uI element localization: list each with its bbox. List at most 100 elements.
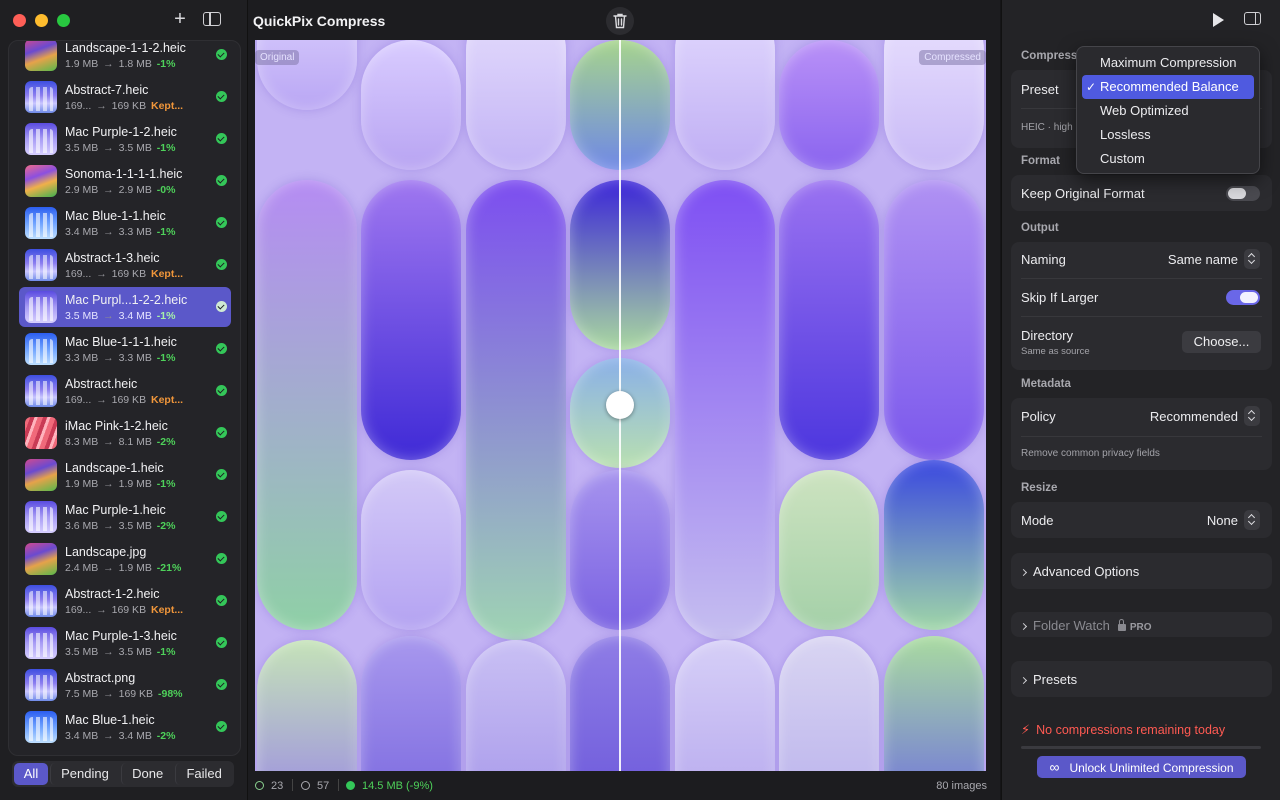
naming-value[interactable]: Same name xyxy=(1168,252,1238,267)
unlock-unlimited-button[interactable]: ∞ Unlock Unlimited Compression xyxy=(1037,756,1246,778)
presets-disclosure[interactable]: Presets xyxy=(1019,672,1077,687)
filter-tab-done[interactable]: Done xyxy=(120,763,173,785)
file-list-item[interactable]: Mac Blue-1-1-1.heic 3.3 MB → 3.3 MB -1% xyxy=(19,329,231,369)
file-name: Abstract.heic xyxy=(65,377,138,391)
arrow-right-icon: → xyxy=(100,436,117,448)
policy-value[interactable]: Recommended xyxy=(1150,409,1238,424)
file-thumbnail xyxy=(25,41,57,71)
file-list-item[interactable]: Landscape-1.heic 1.9 MB → 1.9 MB -1% xyxy=(19,455,231,495)
file-size: 1.9 MB → 1.9 MB -1% xyxy=(65,478,176,490)
preset-option[interactable]: Web Optimized xyxy=(1082,99,1254,123)
window-close-button[interactable] xyxy=(13,14,26,27)
preset-option[interactable]: ✓ Recommended Balance xyxy=(1082,75,1254,99)
file-name: Mac Purple-1.heic xyxy=(65,503,166,517)
presets-card[interactable]: Presets xyxy=(1011,661,1272,697)
sidebar: + Landscape-1-1-2.heic 1.9 MB → 1.8 MB -1… xyxy=(0,0,248,800)
skip-larger-toggle[interactable] xyxy=(1226,290,1260,305)
file-size: 3.4 MB → 3.3 MB -1% xyxy=(65,226,176,238)
add-files-button[interactable]: + xyxy=(169,9,191,31)
preset-label: Preset xyxy=(1021,82,1059,97)
file-list-item[interactable]: Mac Blue-1-1.heic 3.4 MB → 3.3 MB -1% xyxy=(19,203,231,243)
file-name: Mac Purpl...1-2-2.heic xyxy=(65,293,188,307)
directory-label: Directory xyxy=(1021,328,1074,343)
file-list-item[interactable]: iMac Pink-1-2.heic 8.3 MB → 8.1 MB -2% xyxy=(19,413,231,453)
file-list-item[interactable]: Abstract.png 7.5 MB → 169 KB -98% xyxy=(19,665,231,705)
file-size: 8.3 MB → 8.1 MB -2% xyxy=(65,436,176,448)
file-list-item[interactable]: Abstract.heic 169... → 169 KB Kept... xyxy=(19,371,231,411)
file-list-item[interactable]: Abstract-1-3.heic 169... → 169 KB Kept... xyxy=(19,245,231,285)
size-change: Kept... xyxy=(151,100,184,112)
preview-shape xyxy=(361,470,461,630)
choose-directory-button[interactable]: Choose... xyxy=(1182,331,1261,353)
saved-icon xyxy=(346,781,355,790)
preset-option[interactable]: Maximum Compression xyxy=(1082,51,1254,75)
size-change: -21% xyxy=(156,562,182,574)
pro-badge: PRO xyxy=(1129,622,1152,633)
filter-tab-pending[interactable]: Pending xyxy=(50,763,119,785)
done-check-icon xyxy=(216,385,227,396)
preview-shape xyxy=(466,640,566,771)
trash-button[interactable] xyxy=(606,7,634,35)
arrow-right-icon: → xyxy=(100,184,117,196)
file-list-item[interactable]: Mac Purple-1-3.heic 3.5 MB → 3.5 MB -1% xyxy=(19,623,231,663)
preview-shape xyxy=(466,40,566,170)
policy-label: Policy xyxy=(1021,409,1056,424)
file-list-item[interactable]: Mac Purple-1-2.heic 3.5 MB → 3.5 MB -1% xyxy=(19,119,231,159)
preview-shape xyxy=(675,640,775,771)
inspector-toggle-icon[interactable] xyxy=(1244,12,1261,25)
compression-section-label: Compress xyxy=(1021,50,1078,62)
preset-option[interactable]: Custom xyxy=(1082,147,1254,171)
output-card: Naming Same name Skip If Larger Director… xyxy=(1011,242,1272,370)
limit-warning: ⚡ No compressions remaining today xyxy=(1021,722,1226,737)
naming-stepper[interactable] xyxy=(1244,249,1260,269)
preset-option[interactable]: Lossless xyxy=(1082,123,1254,147)
split-handle[interactable] xyxy=(606,391,634,419)
window-minimize-button[interactable] xyxy=(35,14,48,27)
directory-sub: Same as source xyxy=(1021,346,1090,357)
mode-label: Mode xyxy=(1021,513,1054,528)
filter-tab-all[interactable]: All xyxy=(14,763,48,785)
done-check-icon xyxy=(216,427,227,438)
size-change: -1% xyxy=(156,310,176,322)
file-size: 3.6 MB → 3.5 MB -2% xyxy=(65,520,176,532)
size-change: Kept... xyxy=(151,394,184,406)
arrow-right-icon: → xyxy=(100,226,117,238)
file-list-item[interactable]: Mac Blue-1.heic 3.4 MB → 3.4 MB -2% xyxy=(19,707,231,747)
file-list[interactable]: Landscape-1-1-2.heic 1.9 MB → 1.8 MB -1% A… xyxy=(8,40,241,756)
advanced-options-card[interactable]: Advanced Options xyxy=(1011,553,1272,589)
size-change: -98% xyxy=(157,688,183,700)
file-list-item[interactable]: Landscape.jpg 2.4 MB → 1.9 MB -21% xyxy=(19,539,231,579)
window-zoom-button[interactable] xyxy=(57,14,70,27)
play-icon[interactable] xyxy=(1213,13,1224,27)
resize-card: Mode None xyxy=(1011,502,1272,538)
file-list-item[interactable]: Abstract-1-2.heic 169... → 169 KB Kept... xyxy=(19,581,231,621)
file-size: 3.4 MB → 3.4 MB -2% xyxy=(65,730,176,742)
arrow-right-icon: → xyxy=(100,352,117,364)
done-check-icon xyxy=(216,679,227,690)
status-separator xyxy=(338,779,339,791)
advanced-options-disclosure[interactable]: Advanced Options xyxy=(1019,564,1139,579)
policy-stepper[interactable] xyxy=(1244,406,1260,426)
sidebar-toggle-icon[interactable] xyxy=(203,12,221,26)
file-list-item[interactable]: Mac Purpl...1-2-2.heic 3.5 MB → 3.4 MB -1… xyxy=(19,287,231,327)
file-list-item[interactable]: Abstract-7.heic 169... → 169 KB Kept... xyxy=(19,77,231,117)
keep-format-toggle[interactable] xyxy=(1226,186,1260,201)
done-check-icon xyxy=(216,217,227,228)
file-list-item[interactable]: Sonoma-1-1-1-1.heic 2.9 MB → 2.9 MB -0% xyxy=(19,161,231,201)
filter-tab-failed[interactable]: Failed xyxy=(175,763,232,785)
mode-stepper[interactable] xyxy=(1244,510,1260,530)
preview-shape xyxy=(779,40,879,170)
main-area: QuickPix Compress Original Compressed 23… xyxy=(248,0,1000,800)
file-list-item[interactable]: Landscape-1-1-2.heic 1.9 MB → 1.8 MB -1% xyxy=(19,41,231,75)
arrow-right-icon: → xyxy=(100,730,117,742)
mode-value[interactable]: None xyxy=(1207,513,1238,528)
folder-watch-disclosure: Folder Watch PRO xyxy=(1019,618,1152,633)
file-list-item[interactable]: Mac Purple-1.heic 3.6 MB → 3.5 MB -2% xyxy=(19,497,231,537)
file-thumbnail xyxy=(25,207,57,239)
usage-bar xyxy=(1021,746,1261,749)
comparison-preview[interactable]: Original Compressed xyxy=(255,40,986,771)
size-change: -1% xyxy=(156,646,176,658)
arrow-right-icon: → xyxy=(93,394,110,406)
file-thumbnail xyxy=(25,375,57,407)
done-check-icon xyxy=(216,343,227,354)
